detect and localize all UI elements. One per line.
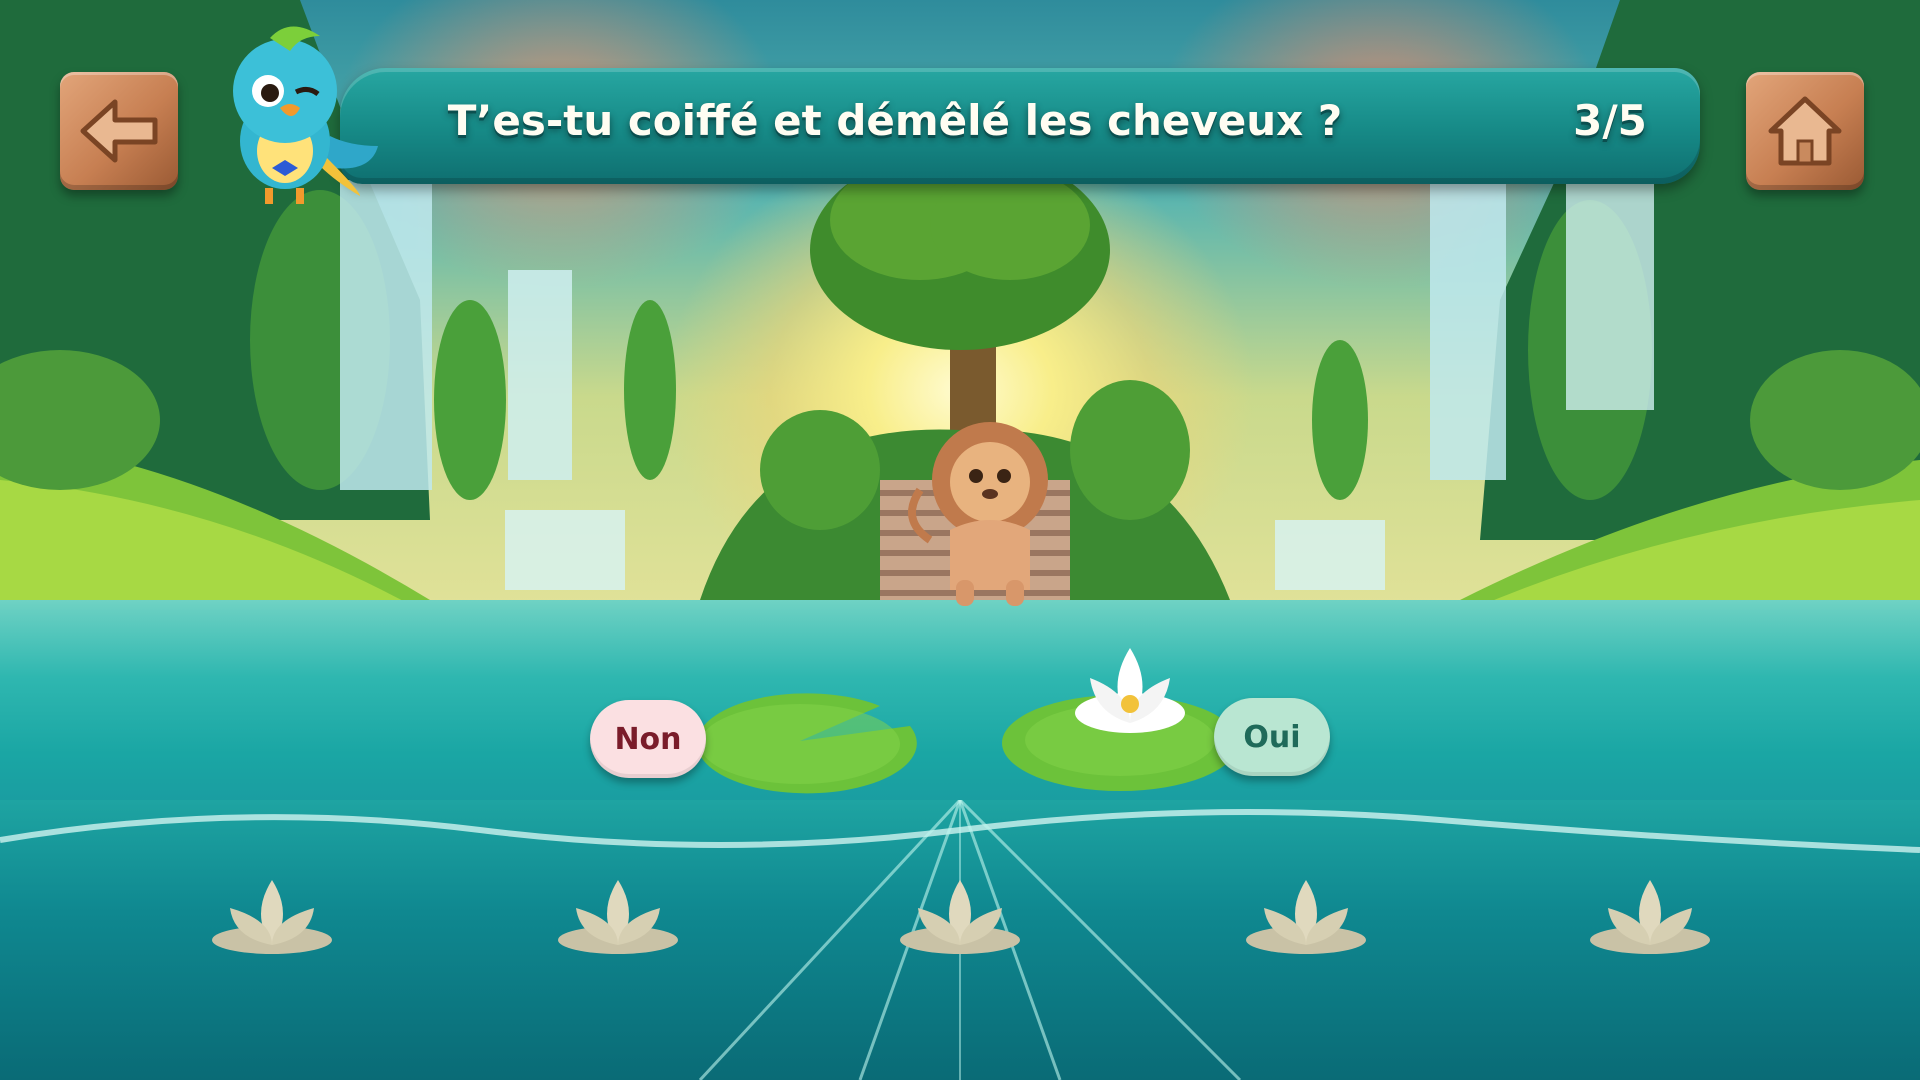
parrot-mascot xyxy=(233,26,378,204)
answer-yes-label: Oui xyxy=(1243,719,1301,755)
home-icon xyxy=(1768,96,1842,166)
answer-no-label: Non xyxy=(614,721,682,757)
home-button[interactable] xyxy=(1746,72,1864,190)
progress-lotus-icon xyxy=(1590,880,1710,954)
lily-pad-no xyxy=(696,693,917,794)
progress-lotus-icon xyxy=(558,880,678,954)
lion-character xyxy=(908,422,1048,606)
progress-lotus-icon xyxy=(1246,880,1366,954)
question-counter: 3/5 xyxy=(1573,96,1647,145)
progress-lotus-icon xyxy=(900,880,1020,954)
arrow-left-icon xyxy=(80,99,158,163)
back-button[interactable] xyxy=(60,72,178,190)
answer-yes-button[interactable]: Oui xyxy=(1214,698,1330,776)
lotus-flower-icon xyxy=(1075,648,1185,733)
progress-lotus-row xyxy=(0,870,1920,980)
progress-lotus-icon xyxy=(212,880,332,954)
answer-no-button[interactable]: Non xyxy=(590,700,706,778)
question-text: T’es-tu coiffé et démêlé les cheveux ? xyxy=(447,96,1343,145)
